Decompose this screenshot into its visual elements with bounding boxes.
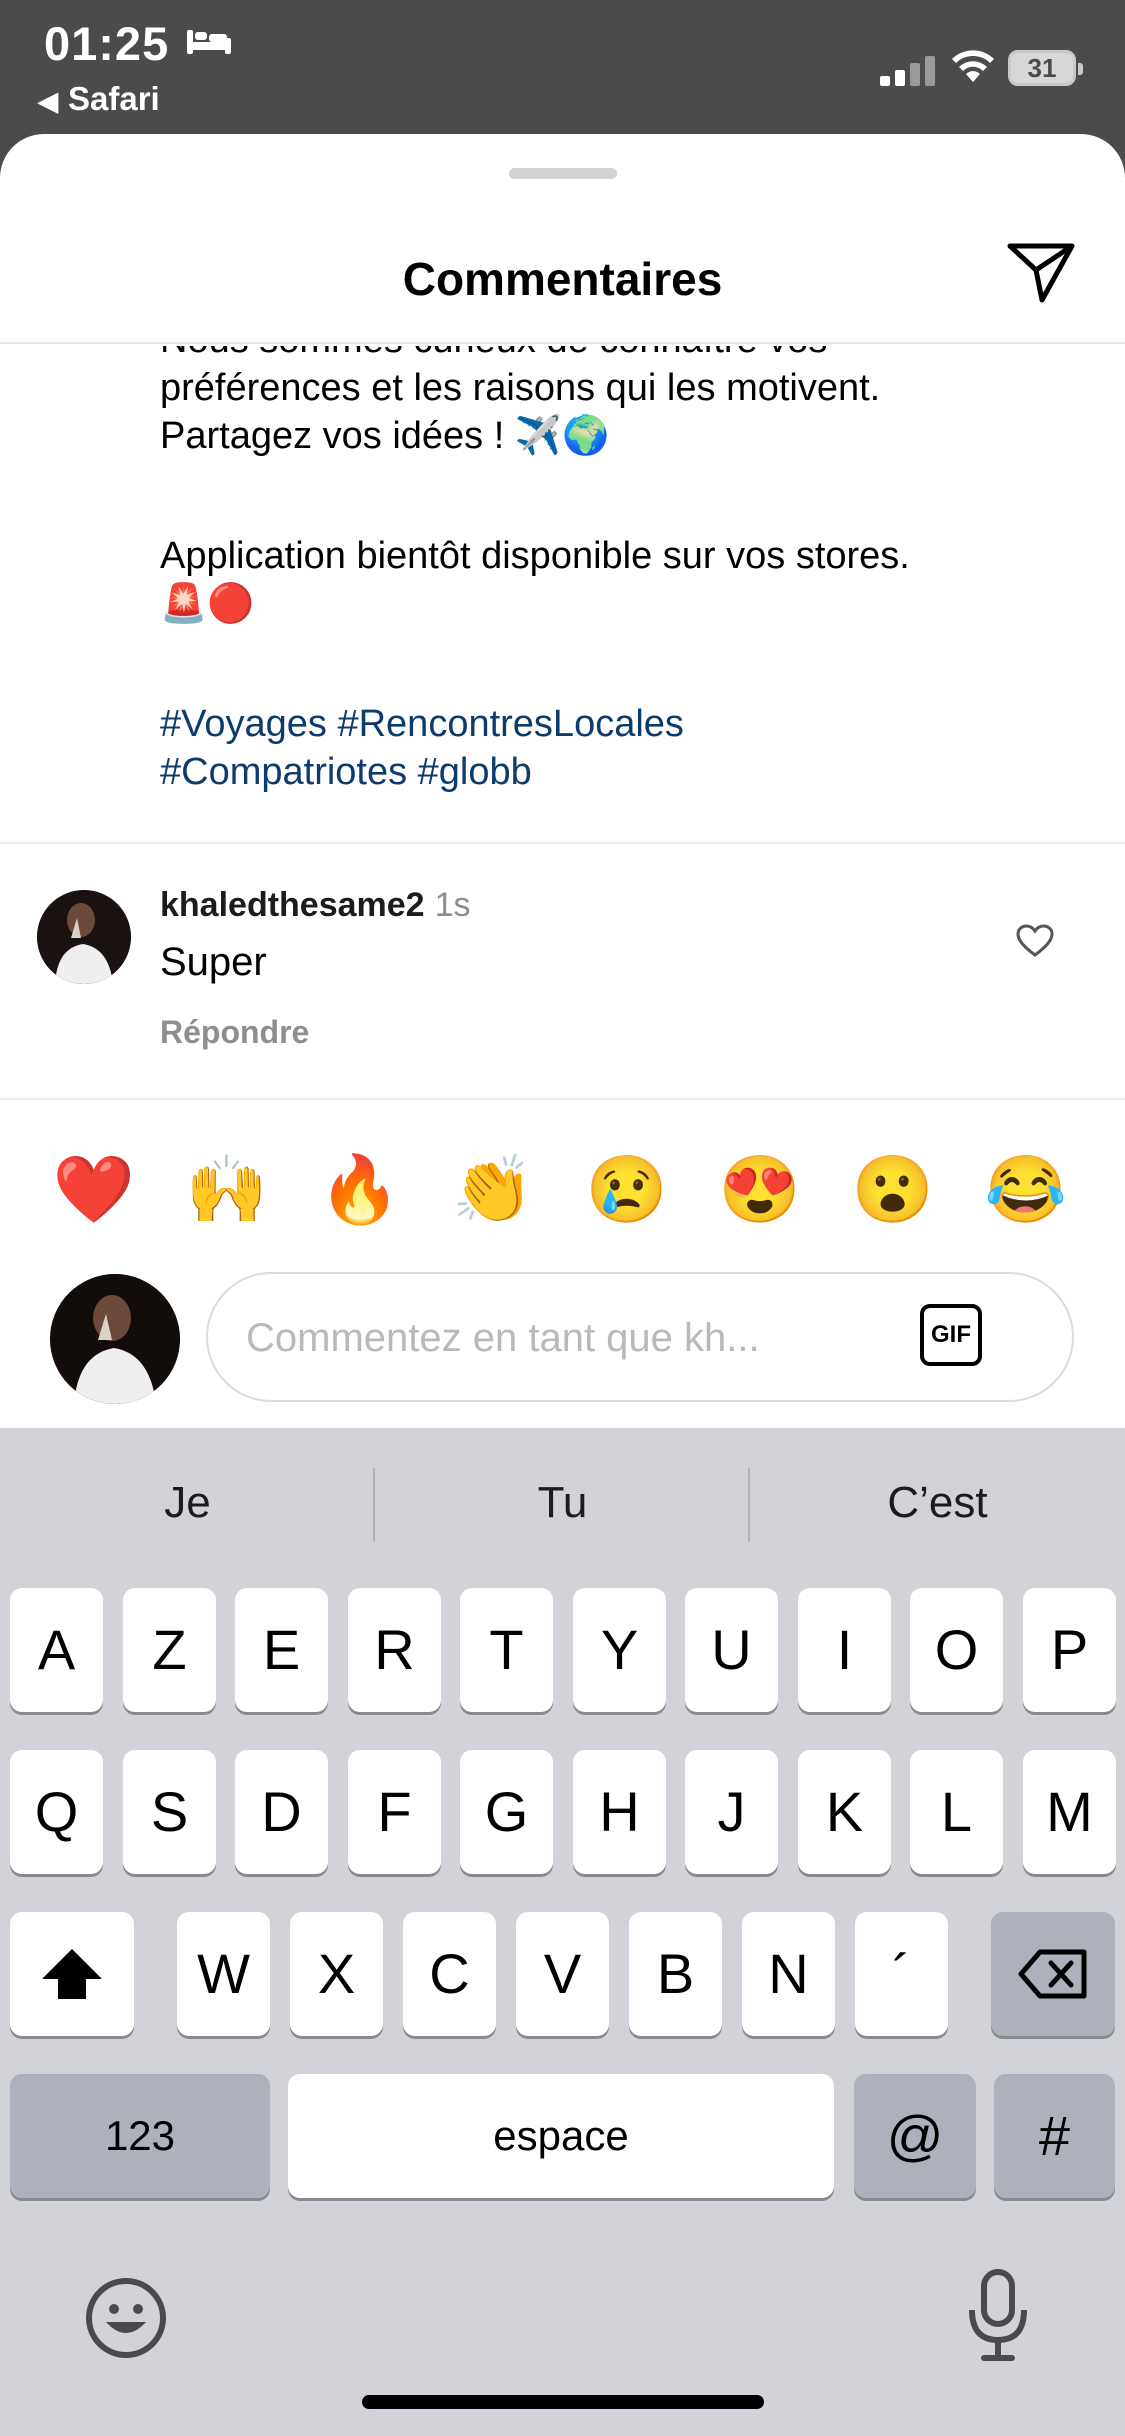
- comment-input-container[interactable]: GIF: [206, 1272, 1074, 1402]
- shift-key[interactable]: [10, 1912, 134, 2036]
- key-l[interactable]: L: [910, 1750, 1003, 1874]
- key-m[interactable]: M: [1023, 1750, 1116, 1874]
- key-e[interactable]: E: [235, 1588, 328, 1712]
- caption-line: Application bientôt disponible sur vos s…: [160, 535, 910, 577]
- caption-line: préférences et les raisons qui les motiv…: [160, 367, 881, 409]
- sheet-grabber[interactable]: [509, 168, 617, 179]
- comment-avatar[interactable]: [37, 890, 131, 984]
- gif-button[interactable]: GIF: [920, 1304, 982, 1366]
- home-indicator: [362, 2395, 764, 2409]
- key-g[interactable]: G: [460, 1750, 553, 1874]
- suggestion-2[interactable]: Tu: [375, 1428, 750, 1578]
- heart-icon[interactable]: [1016, 924, 1054, 958]
- divider: [0, 1098, 1125, 1100]
- keyboard: Je Tu C’est A Z E R T Y U I O P Q S D F …: [0, 1428, 1125, 2436]
- comment-timestamp: 1s: [434, 886, 471, 924]
- key-c[interactable]: C: [403, 1912, 496, 2036]
- key-q[interactable]: Q: [10, 1750, 103, 1874]
- key-n[interactable]: N: [742, 1912, 835, 2036]
- comment-username[interactable]: khaledthesame2 1s: [160, 886, 471, 925]
- comment-input[interactable]: [244, 1304, 888, 1372]
- reaction-surprised[interactable]: 😮: [843, 1144, 943, 1234]
- sleep-mode-icon: [187, 30, 231, 54]
- key-x[interactable]: X: [290, 1912, 383, 2036]
- key-r[interactable]: R: [348, 1588, 441, 1712]
- reaction-laughing[interactable]: 😂: [976, 1144, 1076, 1234]
- caption-line: Partagez vos idées ! ✈️🌍: [160, 415, 610, 457]
- key-t[interactable]: T: [460, 1588, 553, 1712]
- microphone-icon[interactable]: [966, 2268, 1030, 2364]
- status-bar: 01:25 ◀ Safari 31: [0, 0, 1125, 140]
- key-h[interactable]: H: [573, 1750, 666, 1874]
- suggestion-3[interactable]: C’est: [750, 1428, 1125, 1578]
- emoji-keyboard-icon[interactable]: [84, 2276, 168, 2360]
- back-to-safari[interactable]: ◀ Safari: [38, 80, 160, 118]
- cellular-signal-icon: [880, 56, 935, 86]
- caption-cut-line: Nous sommes curieux de connaître vos: [160, 346, 1100, 364]
- shift-icon: [42, 1949, 102, 1999]
- wifi-icon: [952, 50, 994, 82]
- key-i[interactable]: I: [798, 1588, 891, 1712]
- reaction-clap[interactable]: 👏: [443, 1144, 543, 1234]
- suggestion-1[interactable]: Je: [0, 1428, 375, 1578]
- reaction-heart[interactable]: ❤️: [44, 1144, 144, 1234]
- quick-reactions-bar: ❤️ 🙌 🔥 👏 😢 😍 😮 😂: [0, 1144, 1125, 1234]
- key-b[interactable]: B: [629, 1912, 722, 2036]
- key-d[interactable]: D: [235, 1750, 328, 1874]
- key-w[interactable]: W: [177, 1912, 270, 2036]
- battery-indicator: 31: [1008, 50, 1083, 86]
- backspace-icon: [1018, 1949, 1087, 1999]
- space-key[interactable]: espace: [288, 2074, 834, 2198]
- key-f[interactable]: F: [348, 1750, 441, 1874]
- key-p[interactable]: P: [1023, 1588, 1116, 1712]
- key-z[interactable]: Z: [123, 1588, 216, 1712]
- divider: [0, 842, 1125, 844]
- avatar: [50, 1274, 180, 1404]
- key-j[interactable]: J: [685, 1750, 778, 1874]
- send-icon[interactable]: [1006, 240, 1076, 304]
- key-u[interactable]: U: [685, 1588, 778, 1712]
- status-time: 01:25: [44, 17, 170, 70]
- at-key[interactable]: @: [854, 2074, 976, 2198]
- header-divider: [0, 342, 1125, 344]
- key-s[interactable]: S: [123, 1750, 216, 1874]
- hash-key[interactable]: #: [994, 2074, 1115, 2198]
- reaction-heart-eyes[interactable]: 😍: [710, 1144, 810, 1234]
- reaction-crying[interactable]: 😢: [577, 1144, 677, 1234]
- comment-text: Super: [160, 940, 267, 984]
- key-y[interactable]: Y: [573, 1588, 666, 1712]
- hashtags-line[interactable]: #Voyages #RencontresLocales: [160, 700, 1100, 748]
- page-title: Commentaires: [402, 253, 723, 305]
- caption-line: 🚨🔴: [160, 583, 255, 625]
- back-arrow-icon: ◀: [38, 86, 58, 116]
- post-caption: Nous sommes curieux de connaître vos pré…: [160, 346, 1100, 936]
- hashtags-line[interactable]: #Compatriotes #globb: [160, 748, 1100, 796]
- reply-button[interactable]: Répondre: [160, 1014, 309, 1051]
- key-a[interactable]: A: [10, 1588, 103, 1712]
- key-acute-accent[interactable]: ´: [855, 1912, 948, 2036]
- reaction-fire[interactable]: 🔥: [310, 1144, 410, 1234]
- backspace-key[interactable]: [991, 1912, 1115, 2036]
- reaction-raised-hands[interactable]: 🙌: [177, 1144, 277, 1234]
- key-k[interactable]: K: [798, 1750, 891, 1874]
- key-v[interactable]: V: [516, 1912, 609, 2036]
- numbers-key[interactable]: 123: [10, 2074, 270, 2198]
- key-o[interactable]: O: [910, 1588, 1003, 1712]
